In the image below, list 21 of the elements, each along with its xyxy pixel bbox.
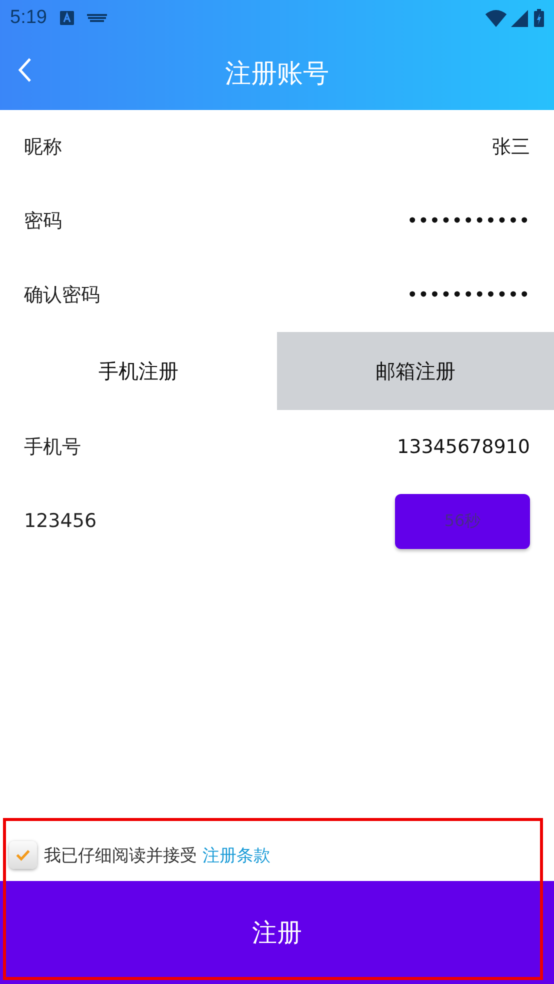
status-time: 5:19 <box>10 7 47 29</box>
page-title: 注册账号 <box>225 58 329 90</box>
checkbox[interactable] <box>9 841 37 869</box>
back-icon[interactable] <box>18 57 32 83</box>
keyboard-icon <box>86 13 107 23</box>
keyboard-app-icon <box>58 10 75 26</box>
field-label: 密码 <box>24 209 62 234</box>
input-field[interactable]: ••••••••••• <box>406 284 530 306</box>
check-icon <box>16 849 30 861</box>
field-label: 确认密码 <box>24 283 100 308</box>
battery-icon <box>534 9 544 27</box>
input-field[interactable]: 张三 <box>492 134 530 160</box>
wifi-icon <box>485 10 507 26</box>
input-field[interactable]: ••••••••••• <box>406 210 530 232</box>
field-label: 手机号 <box>24 435 81 460</box>
register-button[interactable]: 注册 <box>0 881 554 984</box>
agreement-text: 我已仔细阅读并接受 注册条款 <box>44 844 270 866</box>
tab[interactable]: 邮箱注册 <box>277 332 554 410</box>
signal-icon <box>511 10 528 26</box>
input-field[interactable]: 13345678910 <box>397 436 530 458</box>
field-label: 昵称 <box>24 135 62 160</box>
